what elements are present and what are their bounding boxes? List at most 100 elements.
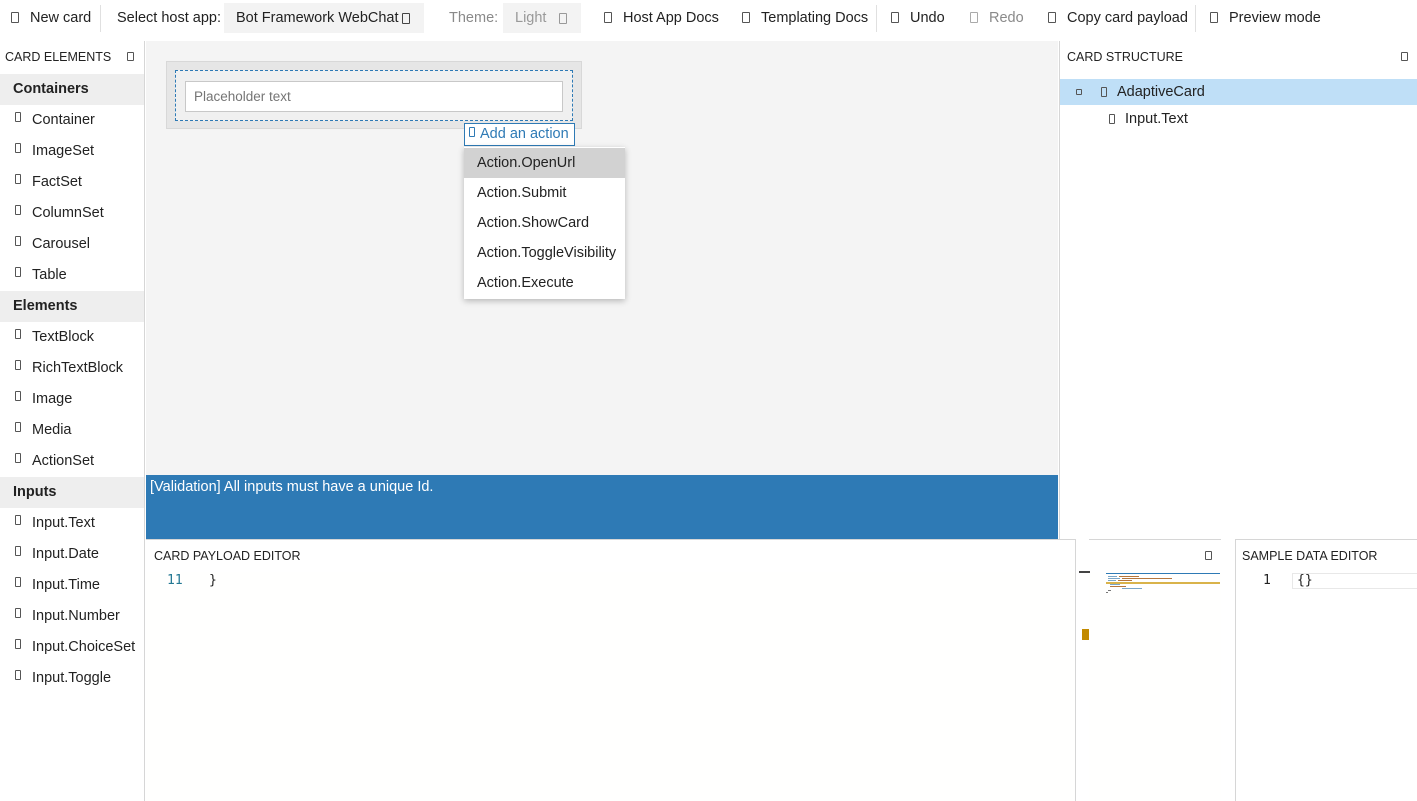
category-inputs: Inputs <box>0 477 144 508</box>
sample-data-editor-header: SAMPLE DATA EDITOR <box>1242 549 1378 563</box>
element-carousel[interactable]: Carousel <box>0 229 144 260</box>
line-number: 1 <box>1263 573 1271 588</box>
preview-mode-button[interactable]: Preview mode <box>1210 0 1321 37</box>
input-time-icon <box>15 577 21 588</box>
menu-item-action-openurl[interactable]: Action.OpenUrl <box>464 148 625 178</box>
card-elements-header: CARD ELEMENTS <box>0 41 144 74</box>
undo-icon <box>891 11 899 23</box>
new-card-button[interactable]: New card <box>11 0 91 37</box>
richtextblock-icon <box>15 360 21 371</box>
designer-canvas[interactable]: Add an action Action.OpenUrlAction.Submi… <box>146 41 1058 475</box>
pin-icon[interactable] <box>1205 551 1212 560</box>
adaptive-card-preview[interactable] <box>166 61 582 129</box>
chevron-down-icon <box>402 13 410 24</box>
redo-button[interactable]: Redo <box>970 0 1024 37</box>
add-icon <box>469 127 475 138</box>
input-icon <box>1109 114 1115 124</box>
card-icon <box>1101 87 1107 97</box>
element-factset[interactable]: FactSet <box>0 167 144 198</box>
element-input-toggle[interactable]: Input.Toggle <box>0 663 144 694</box>
scroll-shadow <box>1079 571 1090 573</box>
collapse-icon[interactable] <box>1076 89 1082 95</box>
input-toggle-icon <box>15 670 21 681</box>
validation-message: [Validation] All inputs must have a uniq… <box>146 475 1058 539</box>
templating-docs-button[interactable]: Templating Docs <box>742 0 868 37</box>
element-image[interactable]: Image <box>0 384 144 415</box>
select-host-label: Select host app: <box>117 10 221 26</box>
selected-element-outline[interactable] <box>175 70 573 121</box>
card-structure-panel: CARD STRUCTURE AdaptiveCard Input.Text <box>1059 41 1417 539</box>
tree-node-input-text[interactable]: Input.Text <box>1060 106 1417 132</box>
pin-icon[interactable] <box>1401 52 1408 61</box>
card-elements-panel: CARD ELEMENTS Containers Container ImageSe… <box>0 41 145 801</box>
sample-data-editor: SAMPLE DATA EDITOR 1 {} <box>1235 539 1417 801</box>
toolbar-divider <box>1195 5 1196 32</box>
copy-icon <box>1048 11 1056 23</box>
columnset-icon <box>15 205 21 216</box>
card-payload-editor-header: CARD PAYLOAD EDITOR <box>146 540 1221 572</box>
element-media[interactable]: Media <box>0 415 144 446</box>
host-app-dropdown[interactable]: Bot Framework WebChat <box>224 3 424 33</box>
menu-item-action-showcard[interactable]: Action.ShowCard <box>464 208 625 238</box>
add-action-button[interactable]: Add an action <box>464 123 575 146</box>
preview-icon <box>1210 11 1218 23</box>
imageset-icon <box>15 143 21 154</box>
input-number-icon <box>15 608 21 619</box>
table-icon <box>15 267 21 278</box>
payload-scrollbar[interactable] <box>1075 539 1090 801</box>
code-line: } <box>209 573 217 588</box>
carousel-icon <box>15 236 21 247</box>
image-icon <box>15 391 21 402</box>
book-icon <box>604 11 612 23</box>
textblock-icon <box>15 329 21 340</box>
card-payload-editor: CARD PAYLOAD EDITOR 11 } <box>146 539 1221 801</box>
new-card-icon <box>11 11 19 23</box>
element-textblock[interactable]: TextBlock <box>0 322 144 353</box>
code-line[interactable]: {} <box>1297 573 1313 588</box>
chevron-down-icon <box>559 13 567 24</box>
element-columnset[interactable]: ColumnSet <box>0 198 144 229</box>
element-imageset[interactable]: ImageSet <box>0 136 144 167</box>
undo-button[interactable]: Undo <box>891 0 945 37</box>
element-input-time[interactable]: Input.Time <box>0 570 144 601</box>
element-input-text[interactable]: Input.Text <box>0 508 144 539</box>
element-input-choiceset[interactable]: Input.ChoiceSet <box>0 632 144 663</box>
element-table[interactable]: Table <box>0 260 144 291</box>
element-actionset[interactable]: ActionSet <box>0 446 144 477</box>
theme-label: Theme: <box>449 10 499 26</box>
scroll-marker <box>1082 629 1089 640</box>
book-icon <box>742 11 750 23</box>
code-editor[interactable]: 11 } <box>146 572 1221 801</box>
card-structure-header: CARD STRUCTURE <box>1060 41 1417 74</box>
theme-dropdown[interactable]: Light <box>503 3 581 33</box>
element-richtextblock[interactable]: RichTextBlock <box>0 353 144 384</box>
menu-item-action-submit[interactable]: Action.Submit <box>464 178 625 208</box>
copy-card-payload-button[interactable]: Copy card payload <box>1048 0 1188 37</box>
toolbar: New card Select host app: Bot Framework … <box>0 0 1417 37</box>
line-number: 11 <box>167 573 183 588</box>
input-text-icon <box>15 515 21 526</box>
element-input-date[interactable]: Input.Date <box>0 539 144 570</box>
toolbar-divider <box>100 5 101 32</box>
input-text-field[interactable] <box>185 81 563 112</box>
category-containers: Containers <box>0 74 144 105</box>
pin-icon[interactable] <box>127 52 134 61</box>
card-elements-list: Containers Container ImageSet FactSet Column… <box>0 74 144 694</box>
host-app-docs-button[interactable]: Host App Docs <box>604 0 719 37</box>
input-date-icon <box>15 546 21 557</box>
action-type-menu: Action.OpenUrl Action.Submit Action.ShowCa… <box>464 147 625 299</box>
toolbar-divider <box>876 5 877 32</box>
element-container[interactable]: Container <box>0 105 144 136</box>
element-input-number[interactable]: Input.Number <box>0 601 144 632</box>
media-icon <box>15 422 21 433</box>
tree-node-adaptivecard[interactable]: AdaptiveCard <box>1060 79 1417 105</box>
container-icon <box>15 112 21 123</box>
code-minimap[interactable] <box>1106 573 1220 601</box>
actionset-icon <box>15 453 21 464</box>
category-elements: Elements <box>0 291 144 322</box>
redo-icon <box>970 11 978 23</box>
menu-item-action-execute[interactable]: Action.Execute <box>464 268 625 298</box>
input-choiceset-icon <box>15 639 21 650</box>
factset-icon <box>15 174 21 185</box>
menu-item-action-togglevisibility[interactable]: Action.ToggleVisibility <box>464 238 625 268</box>
